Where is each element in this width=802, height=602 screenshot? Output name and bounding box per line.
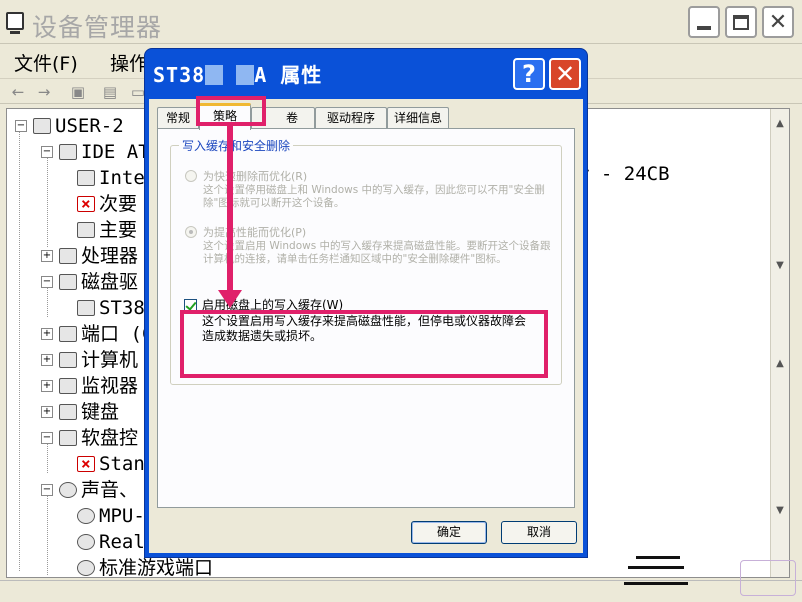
tree-node-intel[interactable]: Inte — [77, 165, 145, 191]
show-hide-tree-icon[interactable]: ▣ — [68, 82, 88, 102]
tree-line — [47, 157, 48, 247]
minimize-icon — [697, 26, 711, 30]
annotation-arrow-icon — [218, 290, 242, 308]
error-device-icon — [77, 191, 95, 217]
scribble-mark — [624, 582, 688, 585]
tree-node-primary[interactable]: 主要 — [77, 217, 137, 243]
tree-node-mpu[interactable]: MPU- — [77, 503, 145, 529]
collapse-toggle-icon[interactable]: − — [41, 432, 53, 444]
monitor-icon — [59, 378, 77, 394]
group-title: 写入缓存和安全删除 — [179, 137, 294, 154]
game-port-icon — [77, 560, 95, 576]
minimize-button[interactable] — [688, 6, 720, 38]
collapse-toggle-icon[interactable]: − — [15, 120, 27, 132]
expand-toggle-icon[interactable]: + — [41, 354, 53, 366]
tree-line — [47, 495, 48, 575]
controller-icon — [77, 170, 95, 186]
tree-node-disk-drives[interactable]: − 磁盘驱 — [41, 269, 138, 295]
computer-icon — [59, 352, 77, 368]
sound-icon — [59, 482, 77, 498]
menu-file[interactable]: 文件(F) — [14, 49, 78, 76]
radio-performance-label: 为提高性能而优化(P) — [203, 226, 307, 239]
tree-node-game-port[interactable]: 标准游戏端口 — [77, 555, 213, 577]
computer-icon — [33, 118, 51, 134]
tree-line — [47, 443, 48, 473]
scribble-mark — [628, 566, 684, 569]
device-description-text: r - 24CB — [578, 163, 670, 185]
scroll-arrow-icon[interactable]: ▼ — [773, 504, 787, 518]
disk-drive-icon — [59, 274, 77, 290]
radio-quick-removal-label: 为快速删除而优化(R) — [203, 170, 308, 183]
tree-node-sound[interactable]: − 声音、 — [41, 477, 138, 503]
back-arrow-icon[interactable]: ← — [8, 82, 28, 102]
error-device-icon — [77, 451, 95, 477]
tree-node-standard[interactable]: Stan — [77, 451, 145, 477]
collapse-toggle-icon[interactable]: − — [41, 484, 53, 496]
tree-node-floppy[interactable]: − 软盘控 — [41, 425, 138, 451]
window-title: 设备管理器 — [32, 13, 163, 42]
cancel-button[interactable]: 取消 — [501, 521, 577, 544]
radio-performance-desc: 这个设置启用 Windows 中的写入缓存来提高磁盘性能。要断开这个设备跟计算机… — [203, 240, 551, 265]
tree-node-realtek[interactable]: Real — [77, 529, 145, 555]
tree-node-computer[interactable]: − USER-2 — [15, 113, 124, 139]
tab-driver[interactable]: 驱动程序 — [315, 107, 387, 129]
collapse-toggle-icon[interactable]: − — [41, 276, 53, 288]
ide-controller-icon — [59, 144, 77, 160]
tree-node-keyboards[interactable]: + 键盘 — [41, 399, 119, 425]
keyboard-icon — [59, 404, 77, 420]
tree-node-processor[interactable]: + 处理器 — [41, 243, 138, 269]
scroll-up-icon[interactable]: ▲ — [773, 117, 787, 131]
dialog-title: ST38 A 属性 — [153, 63, 323, 87]
device-manager-icon — [6, 12, 24, 34]
expand-toggle-icon[interactable]: + — [41, 380, 53, 392]
tree-node-ide[interactable]: − IDE AT — [41, 139, 150, 165]
tree-node-computer-class[interactable]: + 计算机 — [41, 347, 138, 373]
forward-arrow-icon[interactable]: → — [34, 82, 54, 102]
redacted-mask — [205, 65, 224, 85]
device-manager-titlebar: 设备管理器 ✕ — [0, 0, 802, 44]
scroll-arrow-icon[interactable]: ▼ — [773, 259, 787, 273]
tree-node-ports[interactable]: + 端口 (C — [41, 321, 153, 347]
controller-icon — [77, 222, 95, 238]
maximize-button[interactable] — [725, 6, 757, 38]
help-button[interactable]: ? — [513, 58, 545, 90]
ok-button[interactable]: 确定 — [411, 521, 487, 544]
expand-toggle-icon[interactable]: + — [41, 328, 53, 340]
close-button[interactable]: ✕ — [762, 6, 794, 38]
vertical-scrollbar[interactable]: ▲ ▼ ▲ ▼ — [770, 109, 789, 577]
tab-general[interactable]: 常规 — [157, 107, 199, 129]
radio-quick-removal[interactable] — [185, 170, 197, 182]
redacted-mask — [236, 65, 255, 85]
expand-toggle-icon[interactable]: + — [41, 406, 53, 418]
maximize-icon — [733, 14, 749, 30]
highlight-write-cache-option — [180, 310, 548, 378]
floppy-controller-icon — [59, 430, 77, 446]
tree-line — [19, 131, 20, 571]
scribble-mark — [636, 556, 680, 559]
annotation-arrow-shaft — [227, 126, 233, 292]
scroll-arrow-icon[interactable]: ▲ — [773, 357, 787, 371]
collapse-toggle-icon[interactable]: − — [41, 146, 53, 158]
tree-line — [47, 287, 48, 317]
radio-performance[interactable] — [185, 226, 197, 238]
sound-device-icon — [77, 534, 95, 550]
processor-icon — [59, 248, 77, 264]
tab-details[interactable]: 详细信息 — [387, 107, 449, 129]
dialog-close-button[interactable]: ✕ — [549, 58, 581, 90]
radio-quick-removal-desc: 这个设置停用磁盘上和 Windows 中的写入缓存，因此您可以不用"安全删除"图… — [203, 184, 545, 209]
sound-device-icon — [77, 508, 95, 524]
expand-toggle-icon[interactable]: + — [41, 250, 53, 262]
hard-disk-icon — [77, 300, 95, 316]
highlight-policies-tab — [196, 96, 266, 126]
tree-node-secondary[interactable]: 次要 — [77, 191, 137, 217]
port-icon — [59, 326, 77, 342]
menu-action[interactable]: 操作 — [110, 49, 148, 76]
tree-node-monitors[interactable]: + 监视器 — [41, 373, 138, 399]
watermark-logo — [740, 560, 796, 596]
tree-node-st38[interactable]: ST38 — [77, 295, 145, 321]
properties-icon[interactable]: ▤ — [100, 82, 120, 102]
